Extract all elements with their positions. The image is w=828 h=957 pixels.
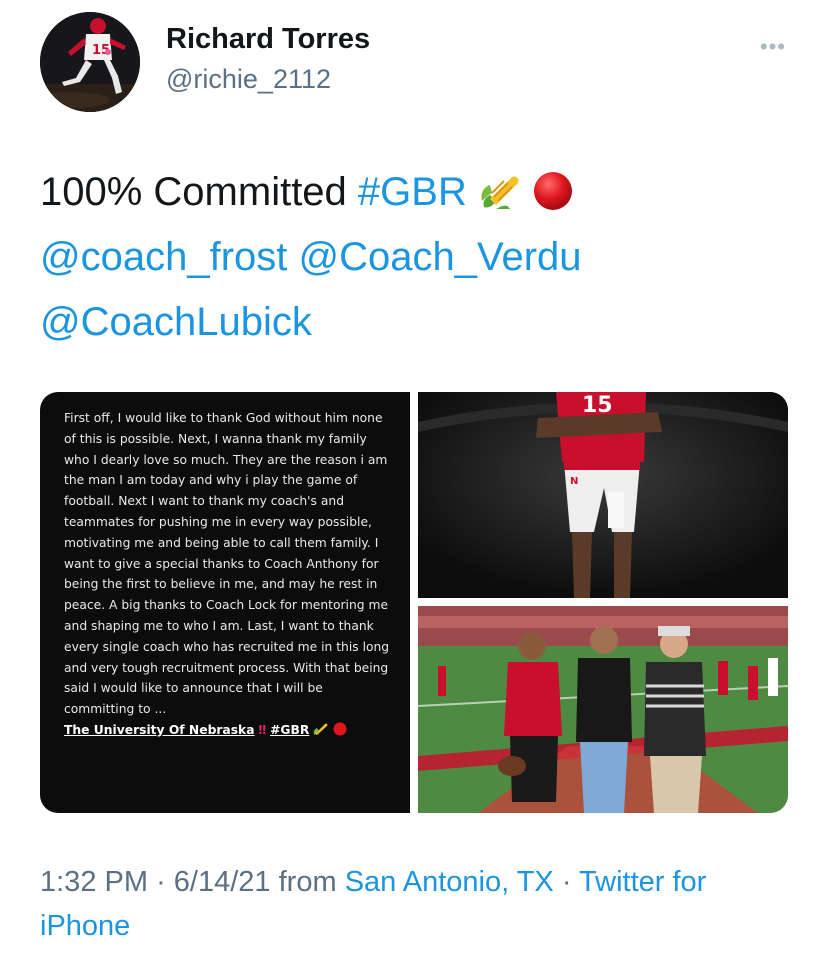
from-label: from: [278, 866, 337, 898]
red-circle-icon: [534, 172, 573, 210]
hashtag-link[interactable]: #GBR: [358, 170, 467, 214]
meta-separator: ·: [561, 866, 572, 898]
avatar[interactable]: 15: [40, 12, 140, 112]
more-options-icon[interactable]: •••: [760, 34, 786, 60]
location-link[interactable]: San Antonio, TX: [345, 866, 554, 898]
svg-text:N: N: [570, 476, 578, 487]
tweet-time[interactable]: 1:32 PM: [40, 866, 148, 898]
story-final-line: The University Of Nebraska: [64, 722, 255, 737]
user-names: Richard Torres @richie_2112: [166, 22, 370, 96]
double-exclamation-icon: ‼: [258, 722, 267, 737]
meta-separator: ·: [156, 866, 166, 898]
display-name[interactable]: Richard Torres: [166, 22, 370, 56]
jersey-photo: 15 N: [418, 392, 788, 598]
red-circle-icon: [333, 722, 347, 736]
tweet-text: 100% Committed #GBR @coach_frost @Coach_…: [40, 160, 800, 355]
jersey-number: 15: [582, 393, 613, 418]
tweet-body-text: 100% Committed: [40, 170, 347, 214]
avatar-photo: 15: [40, 12, 140, 112]
corn-icon: [481, 176, 519, 209]
tweet-meta: 1:32 PM · 6/14/21 from San Antonio, TX ·…: [40, 860, 800, 948]
user-handle[interactable]: @richie_2112: [166, 62, 370, 96]
story-text: First off, I would like to thank God wit…: [64, 411, 390, 717]
mention-link[interactable]: @CoachLubick: [40, 300, 312, 344]
corn-icon: [313, 723, 328, 735]
mention-link[interactable]: @Coach_Verdu: [299, 235, 582, 279]
media-photo-stadium[interactable]: [417, 606, 788, 813]
media-story-image[interactable]: First off, I would like to thank God wit…: [40, 392, 410, 813]
media-grid: First off, I would like to thank God wit…: [40, 392, 788, 813]
tweet-date[interactable]: 6/14/21: [174, 866, 271, 898]
story-text-block: First off, I would like to thank God wit…: [64, 408, 394, 741]
media-photo-jersey[interactable]: 15 N: [418, 392, 788, 598]
stadium-photo: [417, 606, 788, 813]
mention-link[interactable]: @coach_frost: [40, 235, 287, 279]
tweet-header: 15 Richard Torres @richie_2112 •••: [40, 12, 790, 112]
story-hashtag: #GBR: [270, 722, 310, 737]
